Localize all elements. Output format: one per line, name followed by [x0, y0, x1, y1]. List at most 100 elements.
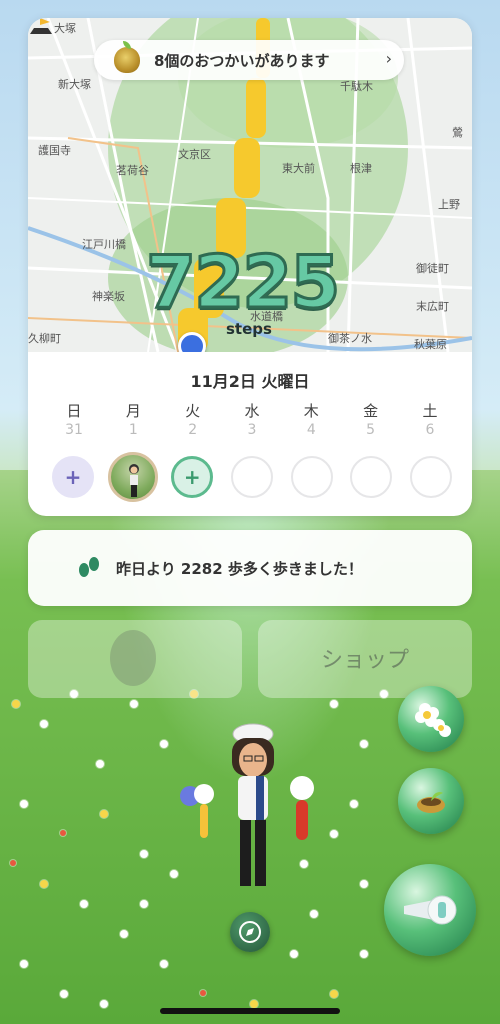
weekday-row: 日 月 火 水 木 金 土 — [52, 400, 452, 421]
map-label: 茗荷谷 — [116, 164, 149, 177]
current-location-dot — [178, 332, 206, 352]
summary-card: 大塚 新大塚 護国寺 茗荷谷 文京区 千駄木 東大前 根津 上野 江戸川橋 神楽… — [28, 18, 472, 516]
flower-button-icon — [415, 703, 451, 737]
whistle-button[interactable] — [384, 864, 476, 956]
map-label: 神楽坂 — [92, 290, 125, 303]
map-label: 鶯 — [452, 126, 463, 139]
day-add-button[interactable]: + — [52, 456, 94, 498]
date-number: 3 — [247, 422, 257, 438]
day-photo-thumbnail[interactable] — [107, 452, 158, 502]
day-empty-slot[interactable] — [409, 456, 452, 498]
meadow-flower — [360, 880, 368, 888]
meadow-flower — [10, 860, 16, 866]
errand-banner[interactable]: 8個のおつかいがあります › — [94, 40, 404, 80]
chevron-right-icon: › — [385, 49, 392, 68]
meadow-flower — [330, 990, 338, 998]
meadow-flower — [160, 740, 168, 748]
meadow-flower — [160, 960, 168, 968]
seedling-button[interactable] — [398, 768, 464, 834]
meadow-flower — [200, 990, 206, 996]
mii-tile-button[interactable] — [28, 620, 242, 698]
compass-button[interactable] — [230, 912, 270, 952]
meadow-flower — [130, 700, 138, 708]
compass-icon — [239, 921, 261, 943]
meadow-flower — [20, 960, 28, 968]
weekday-label: 火 — [185, 402, 201, 420]
day-empty-slot[interactable] — [350, 456, 393, 498]
meadow-flower — [20, 800, 28, 808]
whistle-icon — [404, 895, 457, 925]
map-view[interactable]: 大塚 新大塚 護国寺 茗荷谷 文京区 千駄木 東大前 根津 上野 江戸川橋 神楽… — [28, 18, 472, 352]
date-number: 1 — [128, 422, 138, 438]
date-number: 4 — [306, 422, 316, 438]
meadow-flower — [100, 810, 108, 818]
meadow-flower — [250, 1000, 258, 1008]
footprints-icon — [79, 557, 99, 577]
day-empty-slot[interactable] — [290, 456, 333, 498]
weekday-label: 日 — [66, 402, 82, 420]
map-label: 文京区 — [178, 148, 211, 161]
map-label: 護国寺 — [38, 144, 71, 157]
date-number: 6 — [425, 422, 435, 438]
meadow-flower — [140, 850, 148, 858]
meadow-flower — [300, 860, 308, 868]
meadow-flower — [170, 870, 178, 878]
meadow-flower — [290, 950, 298, 958]
goal-flag-icon — [30, 18, 52, 34]
meadow-flower — [40, 880, 48, 888]
pikmin-blue[interactable] — [176, 782, 226, 842]
plus-icon: + — [183, 465, 201, 489]
meadow-flower — [310, 910, 318, 918]
meadow-flower — [330, 830, 338, 838]
map-label: 大塚 — [54, 22, 76, 35]
map-label: 東大前 — [282, 162, 315, 175]
meadow-flower — [330, 700, 338, 708]
date-number: 5 — [366, 422, 376, 438]
map-label: 根津 — [350, 162, 372, 175]
map-label: 御徒町 — [416, 262, 449, 275]
map-label: 新大塚 — [58, 78, 91, 91]
plus-icon: + — [64, 465, 82, 489]
today-add-button[interactable]: + — [171, 456, 214, 498]
mii-character[interactable] — [218, 716, 288, 896]
meadow-flower — [120, 930, 128, 938]
meadow-flower — [100, 1000, 108, 1008]
seedling-pot-icon — [417, 791, 445, 813]
meadow-flower — [60, 990, 68, 998]
meadow-flower — [360, 950, 368, 958]
shop-label: ショップ — [320, 648, 409, 673]
comparison-text: 昨日より 2282 歩多く歩きました！ — [116, 559, 363, 578]
seed-pot-icon — [114, 41, 140, 73]
date-title: 11月2日 火曜日 — [190, 372, 310, 391]
mii-thumbnail-icon — [128, 464, 139, 497]
flower-button[interactable] — [398, 686, 464, 752]
weekday-label: 土 — [422, 402, 438, 420]
pikmin-red[interactable] — [282, 774, 322, 844]
map-label: 末広町 — [416, 300, 449, 313]
home-indicator[interactable] — [160, 1008, 340, 1014]
meadow-flower — [350, 800, 358, 808]
weekday-label: 月 — [125, 402, 141, 420]
meadow-flower — [12, 700, 20, 708]
step-comparison-banner: 昨日より 2282 歩多く歩きました！ — [28, 530, 472, 606]
meadow-flower — [140, 900, 148, 908]
weekday-label: 水 — [244, 402, 260, 420]
date-number: 31 — [65, 422, 83, 438]
meadow-flower — [360, 740, 368, 748]
date-number: 2 — [188, 422, 198, 438]
map-label: 御茶ノ水 — [328, 332, 372, 345]
date-number-row: 31 1 2 3 4 5 6 — [52, 422, 452, 438]
day-circle-row: + + — [52, 452, 452, 502]
meadow-flower — [96, 760, 104, 768]
step-count: 7225 — [144, 239, 341, 326]
weekday-label: 木 — [303, 402, 319, 420]
step-unit: steps — [226, 320, 272, 338]
map-label: 千駄木 — [340, 80, 373, 93]
meadow-flower — [80, 900, 88, 908]
map-label: 久柳町 — [28, 332, 61, 345]
weekday-label: 金 — [363, 402, 379, 420]
day-empty-slot[interactable] — [230, 456, 273, 498]
map-label: 秋葉原 — [414, 338, 447, 351]
mii-face-icon — [110, 630, 156, 686]
map-label: 上野 — [438, 198, 460, 211]
